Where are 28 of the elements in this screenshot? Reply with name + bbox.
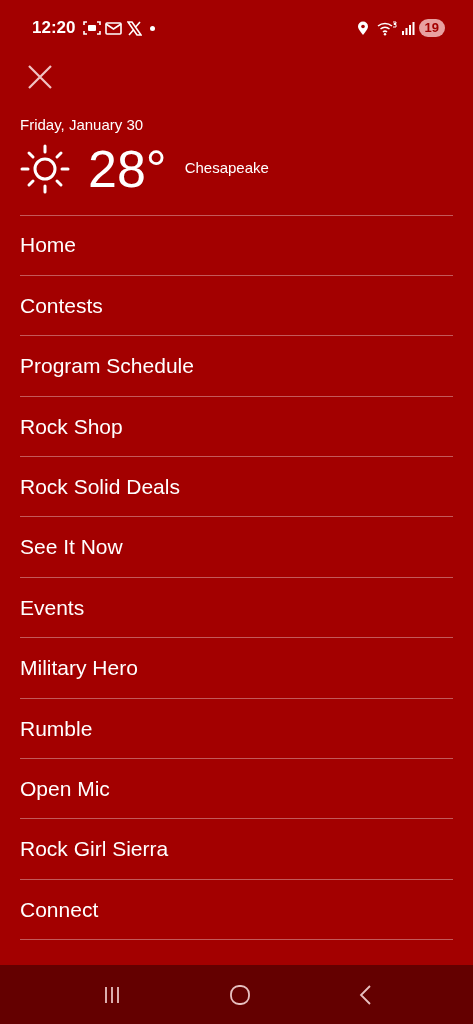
date-label: Friday, January 30 xyxy=(20,115,145,135)
menu-item[interactable]: Rock Shop xyxy=(20,396,453,458)
menu-item[interactable]: Rock Solid Deals xyxy=(20,457,453,518)
city-name: Chesapeake xyxy=(184,158,269,179)
close-button[interactable] xyxy=(27,64,53,90)
menu-item[interactable]: Connect xyxy=(20,879,453,941)
battery-level: 19 xyxy=(418,19,445,37)
menu-item[interactable]: See It Now xyxy=(20,517,453,578)
menu-item[interactable]: Open Mic xyxy=(20,759,453,820)
sun-icon xyxy=(20,143,70,194)
home-icon[interactable] xyxy=(228,983,251,1006)
location-icon xyxy=(356,20,369,36)
menu-item[interactable]: Events xyxy=(20,577,453,639)
temperature: 28° xyxy=(88,140,167,197)
menu-item[interactable]: Rock Girl Sierra xyxy=(20,819,453,880)
menu-item[interactable]: Contests xyxy=(20,275,453,337)
signal-icon xyxy=(400,21,415,35)
mail-icon xyxy=(105,20,124,36)
screenshot-icon xyxy=(83,20,102,36)
notification-dot xyxy=(150,25,156,31)
x-logo-icon xyxy=(127,20,143,36)
menu-item[interactable]: Military Hero xyxy=(20,638,453,699)
status-time: 12:20 xyxy=(32,17,76,40)
back-icon[interactable] xyxy=(357,983,372,1006)
wifi-icon xyxy=(376,20,397,36)
menu-item[interactable]: Rumble xyxy=(20,698,453,759)
menu-item[interactable]: Program Schedule xyxy=(20,336,453,397)
menu-item[interactable]: Home xyxy=(20,215,453,276)
